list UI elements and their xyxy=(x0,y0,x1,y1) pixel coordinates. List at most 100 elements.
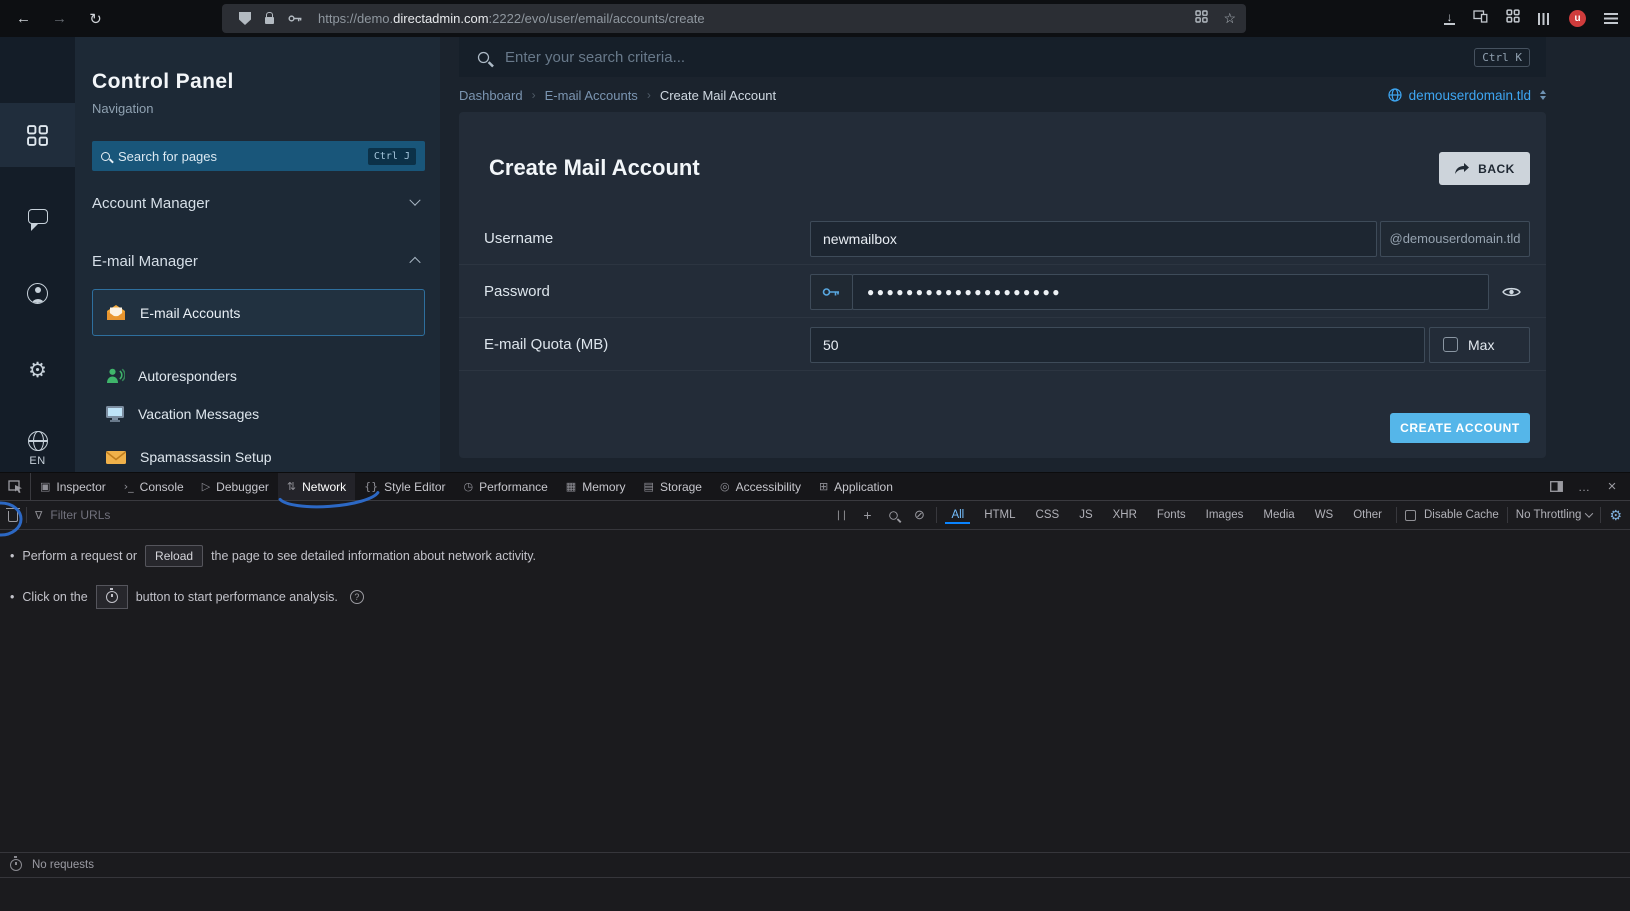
menu-button[interactable] xyxy=(1604,13,1618,24)
back-button[interactable]: ← xyxy=(10,5,37,32)
filter-css[interactable]: CSS xyxy=(1030,506,1066,524)
sidebar-search-input[interactable] xyxy=(118,149,360,164)
filter-media[interactable]: Media xyxy=(1257,506,1300,524)
chevron-down-icon xyxy=(1585,509,1593,517)
network-empty-state: Perform a request or Reload the page to … xyxy=(0,530,1630,640)
reload-button[interactable]: Reload xyxy=(145,545,203,567)
network-toolbar: ∇ || + ⊘ All HTML CSS JS XHR Fonts Image… xyxy=(0,501,1630,530)
filter-xhr[interactable]: XHR xyxy=(1107,506,1143,524)
filter-all[interactable]: All xyxy=(945,506,970,524)
filter-funnel-icon: ∇ xyxy=(35,509,42,522)
sidebar-title: Control Panel xyxy=(92,70,234,94)
rail-dashboard-button[interactable] xyxy=(0,103,75,167)
forward-button[interactable]: → xyxy=(46,5,73,32)
back-page-button[interactable]: BACK xyxy=(1439,152,1530,185)
monitor-icon xyxy=(105,405,125,423)
devtools-tab-style-editor[interactable]: {}Style Editor xyxy=(355,473,454,500)
rail-account-button[interactable] xyxy=(0,261,75,325)
devtools-tab-application[interactable]: ⊞Application xyxy=(810,473,902,500)
max-label: Max xyxy=(1468,337,1494,353)
more-options-icon[interactable]: … xyxy=(1571,475,1597,499)
help-icon[interactable]: ? xyxy=(350,590,364,604)
devtools-tab-storage[interactable]: ▤Storage xyxy=(635,473,711,500)
sidebar-item-autoresponders[interactable]: Autoresponders xyxy=(92,357,425,395)
filter-js[interactable]: JS xyxy=(1073,506,1098,524)
quota-input[interactable] xyxy=(811,328,1424,362)
global-search-bar[interactable]: Ctrl K xyxy=(459,37,1546,77)
sidebar-item-vacation-messages[interactable]: Vacation Messages xyxy=(92,395,425,433)
password-input[interactable]: ●●●●●●●●●●●●●●●●●●●● xyxy=(853,285,1076,299)
username-input[interactable] xyxy=(811,222,1376,256)
rail-messages-button[interactable] xyxy=(0,184,75,248)
search-icon xyxy=(101,152,110,161)
rail-language-button[interactable]: EN xyxy=(0,409,75,472)
globe-icon xyxy=(1388,88,1402,102)
rail-settings-button[interactable]: ⚙ xyxy=(0,338,75,402)
shield-icon[interactable] xyxy=(239,12,251,25)
filter-ws[interactable]: WS xyxy=(1309,506,1340,524)
quota-field-wrap xyxy=(810,327,1425,363)
lock-icon[interactable] xyxy=(265,13,274,24)
sidebar-item-label: Spamassassin Setup xyxy=(140,449,272,465)
domain-selector[interactable]: demouserdomain.tld xyxy=(1388,88,1546,103)
search-icon[interactable] xyxy=(884,511,902,520)
filter-html[interactable]: HTML xyxy=(978,506,1021,524)
stopwatch-icon[interactable] xyxy=(10,859,22,871)
console-icon: ›_ xyxy=(124,480,134,493)
show-password-button[interactable] xyxy=(1499,274,1523,310)
tab-label: Debugger xyxy=(216,480,269,494)
devtools-tab-network[interactable]: ⇅Network xyxy=(278,473,355,500)
dock-icon[interactable] xyxy=(1543,475,1569,499)
forward-arrow-icon xyxy=(1454,162,1470,175)
devtools-tab-memory[interactable]: ▦Memory xyxy=(557,473,635,500)
create-account-button[interactable]: CREATE ACCOUNT xyxy=(1390,413,1530,443)
send-to-device-icon[interactable] xyxy=(1473,10,1488,28)
library-icon[interactable] xyxy=(1538,13,1551,25)
pick-element-button[interactable] xyxy=(0,473,31,500)
pause-icon[interactable]: || xyxy=(832,510,850,521)
filter-other[interactable]: Other xyxy=(1347,506,1388,524)
quota-max-option[interactable]: Max xyxy=(1429,327,1530,363)
key-icon[interactable] xyxy=(288,13,303,24)
devtools-tab-debugger[interactable]: ▷Debugger xyxy=(193,473,278,500)
ublock-badge-icon[interactable]: u xyxy=(1569,10,1586,27)
tab-label: Application xyxy=(834,480,893,494)
sidebar-item-email-accounts[interactable]: E-mail Accounts xyxy=(92,289,425,336)
devtools-tab-performance[interactable]: ◷Performance xyxy=(454,473,556,500)
downloads-button[interactable]: ↓ xyxy=(1444,12,1455,25)
throttling-dropdown[interactable]: No Throttling xyxy=(1516,509,1593,521)
sidebar-item-spamassassin-setup[interactable]: Spamassassin Setup xyxy=(92,438,425,472)
sidebar-search[interactable]: Ctrl J xyxy=(92,141,425,171)
message-text: the page to see detailed information abo… xyxy=(211,549,536,563)
har-plus-icon[interactable]: + xyxy=(858,507,876,523)
generate-password-button[interactable] xyxy=(810,274,853,310)
filter-images[interactable]: Images xyxy=(1200,506,1250,524)
sidebar-section-email-manager[interactable]: E-mail Manager xyxy=(92,244,425,278)
language-label: EN xyxy=(29,455,45,467)
bookmark-star-icon[interactable]: ☆ xyxy=(1223,10,1236,27)
max-checkbox[interactable] xyxy=(1443,337,1458,352)
sidebar-section-account-manager[interactable]: Account Manager xyxy=(92,186,425,220)
close-icon[interactable]: × xyxy=(1599,475,1625,499)
block-icon[interactable]: ⊘ xyxy=(910,507,928,523)
network-settings-gear-icon[interactable]: ⚙ xyxy=(1609,507,1622,524)
devtools-tab-console[interactable]: ›_Console xyxy=(115,473,193,500)
devtools-tab-inspector[interactable]: ▣Inspector xyxy=(31,473,115,500)
breadcrumb-email-accounts[interactable]: E-mail Accounts xyxy=(545,88,638,103)
filter-urls-input[interactable] xyxy=(50,508,270,522)
disable-cache-checkbox[interactable] xyxy=(1405,510,1416,521)
url-bar[interactable]: https://demo.directadmin.com:2222/evo/us… xyxy=(222,4,1246,33)
shortcut-badge: Ctrl J xyxy=(368,148,416,165)
extensions-icon[interactable] xyxy=(1506,9,1520,28)
containers-icon[interactable] xyxy=(1195,10,1208,28)
quota-label: E-mail Quota (MB) xyxy=(484,318,608,370)
breadcrumb-dashboard[interactable]: Dashboard xyxy=(459,88,523,103)
performance-analysis-button[interactable] xyxy=(96,585,128,609)
global-search-input[interactable] xyxy=(505,49,1461,66)
accessibility-icon: ◎ xyxy=(720,480,730,493)
filter-fonts[interactable]: Fonts xyxy=(1151,506,1192,524)
reload-button[interactable]: ↻ xyxy=(82,5,109,32)
element-picker-icon xyxy=(8,479,23,494)
devtools-tab-accessibility[interactable]: ◎Accessibility xyxy=(711,473,810,500)
clear-requests-icon[interactable] xyxy=(8,511,18,522)
